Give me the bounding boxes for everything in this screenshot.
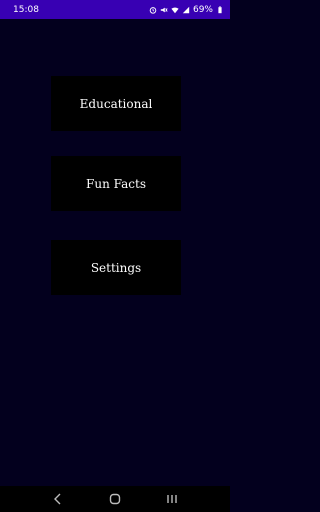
fun-facts-button[interactable]: Fun Facts (51, 156, 181, 211)
alarm-icon (149, 6, 157, 14)
status-icons: 69% (149, 5, 224, 15)
main-menu: Educational Fun Facts Settings (0, 19, 230, 486)
settings-button[interactable]: Settings (51, 240, 181, 295)
signal-icon (182, 6, 190, 14)
back-icon[interactable] (51, 492, 65, 506)
battery-icon (216, 5, 224, 14)
battery-percentage: 69% (192, 4, 213, 15)
mute-icon (160, 6, 168, 14)
educational-button[interactable]: Educational (51, 76, 181, 131)
wifi-icon (171, 6, 179, 14)
navigation-bar (0, 486, 230, 512)
status-time: 15:08 (13, 4, 39, 15)
home-icon[interactable] (108, 492, 122, 506)
recents-icon[interactable] (165, 492, 179, 506)
status-bar: 15:08 69% (0, 0, 230, 19)
